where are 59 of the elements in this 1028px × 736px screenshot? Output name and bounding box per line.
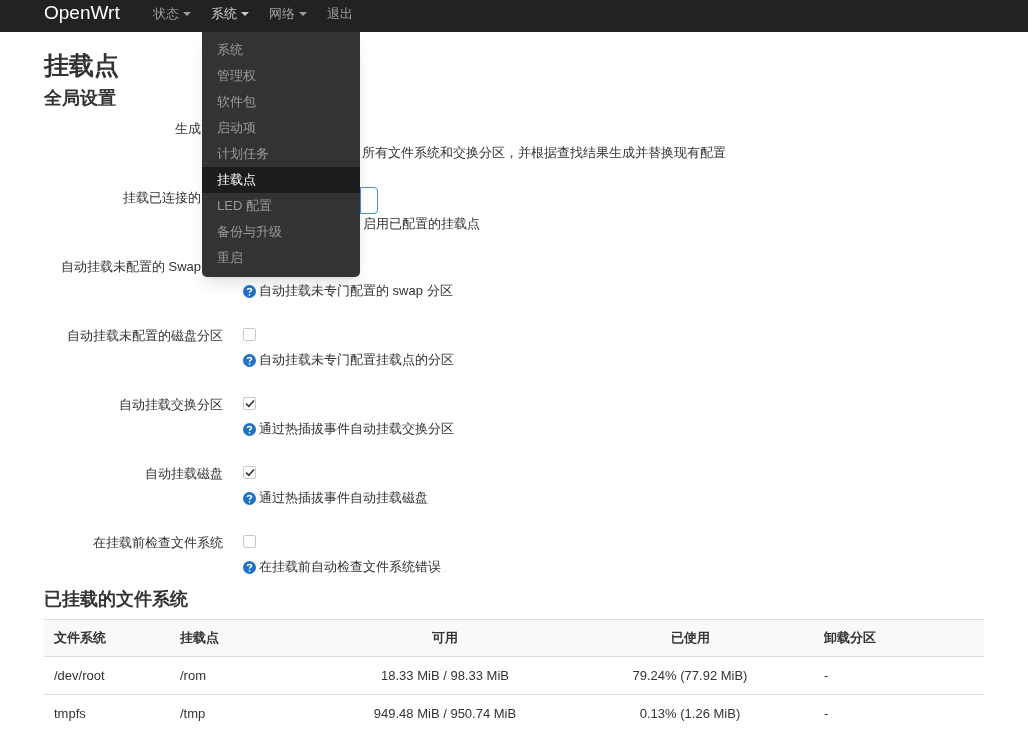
caret-icon — [182, 11, 191, 16]
table-cell: - — [824, 667, 829, 683]
help-text: 通过热插拔事件自动挂载交换分区 — [259, 420, 454, 438]
help-text: 自动挂载未专门配置挂载点的分区 — [259, 351, 454, 369]
help-text: 启用已配置的挂载点 — [363, 215, 480, 233]
column-header: 可用 — [432, 630, 458, 646]
menu-item[interactable]: 备份与升级 — [202, 219, 360, 245]
table-cell: 0.13% (1.26 MiB) — [639, 705, 741, 721]
brand-logo[interactable]: OpenWrt — [44, 0, 120, 28]
checkbox[interactable] — [243, 328, 256, 341]
help-icon — [243, 284, 256, 298]
menu-item[interactable]: 启动项 — [202, 115, 360, 141]
table-cell: tmpfs — [54, 705, 86, 721]
menu-item[interactable]: 计划任务 — [202, 141, 360, 167]
menu-item[interactable]: LED 配置 — [202, 193, 360, 219]
caret-icon — [298, 11, 307, 16]
help-icon — [243, 422, 256, 436]
column-header: 挂载点 — [180, 630, 219, 646]
button[interactable] — [360, 187, 378, 214]
menu-item[interactable]: 重启 — [202, 245, 360, 271]
column-header: 已使用 — [670, 630, 710, 646]
nav-menu-item[interactable]: 网络 — [268, 3, 307, 24]
menu-item[interactable]: 挂载点 — [202, 167, 360, 193]
nav-menu-item[interactable]: 退出 — [326, 3, 353, 24]
setting-label: 自动挂载磁盘 — [145, 466, 223, 481]
setting-label: 生成 — [175, 121, 201, 136]
checkbox[interactable] — [243, 535, 256, 548]
setting-label: 自动挂载交换分区 — [119, 397, 223, 412]
setting-label: 自动挂载未配置的磁盘分区 — [67, 328, 223, 343]
table-cell: 79.24% (77.92 MiB) — [632, 667, 748, 683]
table-cell: - — [824, 705, 829, 721]
page-title: 挂载点 — [44, 50, 119, 81]
checkbox[interactable] — [243, 397, 256, 410]
setting-label: 自动挂载未配置的 Swap — [60, 259, 201, 274]
help-icon — [243, 560, 256, 574]
table-cell: 18.33 MiB / 98.33 MiB — [381, 667, 509, 683]
help-text: 在挂载前自动检查文件系统错误 — [259, 558, 441, 576]
help-text: 通过热插拔事件自动挂载磁盘 — [259, 489, 428, 507]
help-icon — [243, 353, 256, 367]
help-text: 所有文件系统和交换分区，并根据查找结果生成并替换现有配置 — [362, 144, 726, 162]
nav-menu-item[interactable]: 状态 — [152, 3, 191, 24]
menu-item[interactable]: 管理权 — [202, 63, 360, 89]
table-cell: /dev/root — [54, 667, 105, 683]
section-title: 全局设置 — [44, 87, 116, 110]
setting-label: 挂载已连接的 — [123, 190, 201, 205]
table-cell: /rom — [180, 667, 206, 683]
column-header: 卸载分区 — [824, 630, 876, 646]
help-icon — [243, 491, 256, 505]
section-title: 已挂载的文件系统 — [44, 588, 188, 611]
setting-label: 在挂载前检查文件系统 — [93, 535, 223, 550]
column-header: 文件系统 — [54, 630, 106, 646]
caret-icon — [240, 11, 249, 16]
menu-item[interactable]: 系统 — [202, 37, 360, 63]
table-cell: 949.48 MiB / 950.74 MiB — [373, 705, 517, 721]
table-cell: /tmp — [180, 705, 206, 721]
help-text: 自动挂载未专门配置的 swap 分区 — [259, 282, 453, 300]
menu-item[interactable]: 软件包 — [202, 89, 360, 115]
nav-menu-item[interactable]: 系统 — [210, 3, 249, 24]
checkbox[interactable] — [243, 466, 256, 479]
